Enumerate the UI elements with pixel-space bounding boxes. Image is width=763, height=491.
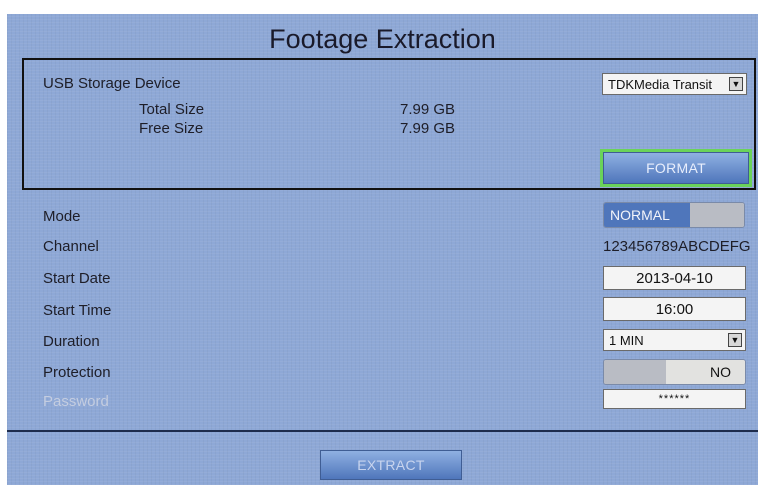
start-time-label: Start Time	[43, 302, 112, 319]
duration-value: 1 MIN	[609, 332, 644, 348]
password-label: Password	[43, 393, 109, 410]
mode-label: Mode	[43, 208, 81, 225]
mode-toggle-off-side	[690, 203, 744, 227]
mode-value: NORMAL	[604, 203, 690, 227]
start-date-label: Start Date	[43, 270, 111, 287]
protection-value: NO	[666, 360, 745, 384]
start-time-field[interactable]: 16:00	[603, 297, 746, 321]
duration-select[interactable]: 1 MIN ▼	[603, 329, 746, 351]
free-size-value: 7.99 GB	[400, 120, 456, 137]
page-title: Footage Extraction	[269, 24, 496, 54]
dropdown-arrow-icon: ▼	[729, 77, 743, 91]
extract-button[interactable]: EXTRACT	[320, 450, 462, 480]
duration-label: Duration	[43, 333, 100, 350]
usb-storage-label: USB Storage Device	[43, 75, 181, 92]
password-field[interactable]: ******	[603, 389, 746, 409]
dropdown-arrow-icon: ▼	[728, 333, 742, 347]
channel-value[interactable]: 123456789ABCDEFG	[603, 238, 751, 255]
usb-device-value: TDKMedia Transit	[608, 76, 713, 92]
format-button[interactable]: FORMAT	[603, 152, 749, 184]
free-size-label: Free Size	[139, 120, 204, 137]
channel-label: Channel	[43, 238, 99, 255]
protection-label: Protection	[43, 364, 111, 381]
protection-toggle-off-side	[604, 360, 666, 384]
total-size-label: Total Size	[139, 101, 205, 118]
mode-toggle[interactable]: NORMAL	[603, 202, 745, 228]
start-date-field[interactable]: 2013-04-10	[603, 266, 746, 290]
divider	[7, 430, 758, 432]
format-button-highlight: FORMAT	[600, 149, 752, 187]
footage-extraction-panel: Footage Extraction USB Storage Device To…	[7, 14, 758, 485]
usb-device-select[interactable]: TDKMedia Transit ▼	[602, 73, 747, 95]
protection-toggle[interactable]: NO	[603, 359, 746, 385]
total-size-value: 7.99 GB	[400, 101, 456, 118]
